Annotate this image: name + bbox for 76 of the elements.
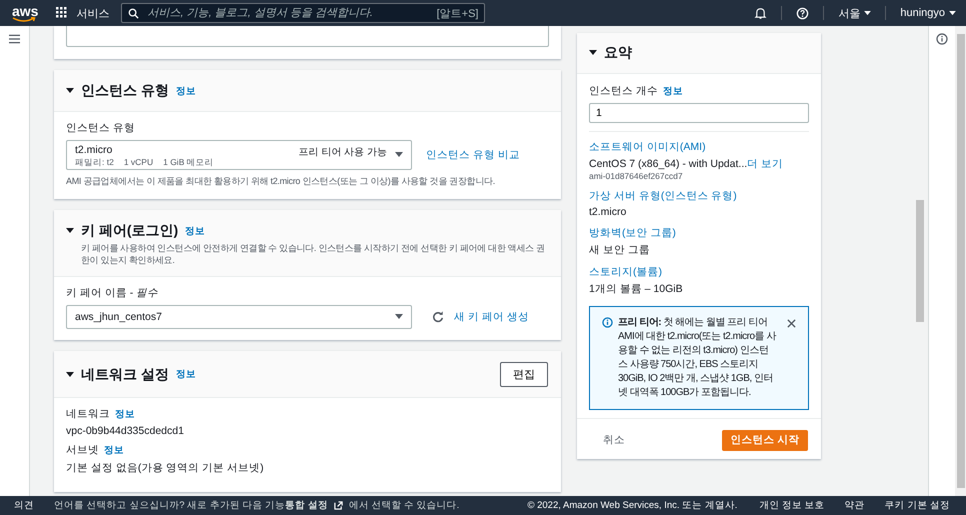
instance-detail: 패밀리: t2 bbox=[75, 157, 114, 169]
language-notice: 에서 선택할 수 있습니다. bbox=[348, 499, 460, 512]
footer-link[interactable]: 약관 bbox=[844, 499, 865, 512]
key-pair-select[interactable]: aws_jhun_centos7 bbox=[66, 305, 412, 329]
feedback-link[interactable]: 의견 bbox=[14, 499, 34, 512]
smile-arrow-icon bbox=[12, 17, 36, 23]
caret-icon[interactable] bbox=[66, 228, 74, 234]
caret-icon[interactable] bbox=[589, 50, 597, 56]
shortcut-hint: [알트+S] bbox=[436, 6, 478, 20]
section-title: 네트워크 설정 bbox=[81, 366, 169, 384]
alert-message: 프리 티어: 첫 해에는 월별 프리 티어 AMI에 대한 t2.micro(또는 t2.micro를 사용할 수 없는 리전의 t3.micro) 인스턴스 사용량 750시간, EBS 스토리지 30GiB, IO 2백만 개, 스냅샷 1GB, 인터넷 대역폭 100GB가 포함됩니다. bbox=[618, 316, 776, 400]
field-label: 인스턴스 개수 bbox=[589, 84, 658, 98]
summary-value: t2.micro bbox=[589, 206, 626, 218]
create-key-pair-link[interactable]: 새 키 페어 생성 bbox=[454, 310, 529, 324]
field-value: vpc-0b9b44d335cdedcd1 bbox=[66, 425, 185, 437]
edit-button[interactable]: 편집 bbox=[500, 362, 548, 387]
search-input[interactable]: 서비스, 기능, 블로그, 설명서 등을 검색합니다. bbox=[147, 7, 429, 19]
dropdown-caret-icon bbox=[395, 314, 403, 320]
summary-value: 새 보안 그룹 bbox=[589, 244, 650, 256]
instance-count-field[interactable]: 1 bbox=[589, 103, 809, 123]
search-field[interactable]: 서비스, 기능, 블로그, 설명서 등을 검색합니다. [알트+S] bbox=[121, 3, 486, 23]
info-link[interactable]: 정보 bbox=[662, 84, 683, 98]
compare-link[interactable]: 인스턴스 유형 비교 bbox=[426, 148, 520, 162]
info-link[interactable]: 정보 bbox=[115, 408, 135, 420]
scrollbar[interactable] bbox=[955, 26, 966, 496]
info-icon bbox=[602, 317, 613, 328]
instance-detail: 1 vCPU bbox=[124, 157, 154, 169]
menu-icon[interactable] bbox=[9, 34, 20, 44]
caret-icon[interactable] bbox=[66, 372, 74, 378]
info-link[interactable]: 정보 bbox=[104, 444, 124, 456]
dropdown-caret-icon bbox=[395, 152, 403, 158]
info-link[interactable]: 정보 bbox=[185, 224, 206, 238]
summary-heading-link[interactable]: 소프트웨어 이미지(AMI) bbox=[589, 140, 809, 154]
field-label: 인스턴스 유형 bbox=[66, 121, 136, 135]
external-link-icon bbox=[334, 501, 343, 510]
bell-icon[interactable] bbox=[754, 6, 768, 20]
caret-icon[interactable] bbox=[66, 88, 74, 94]
section-title: 키 페어(로그인) bbox=[81, 222, 178, 240]
hint-text: AMI 공급업체에서는 이 제품을 최대한 활용하기 위해 t2.micro 인스턴스(또는 그 이상)를 사용할 것을 권장합니다. bbox=[66, 175, 496, 188]
copyright-text: © 2022, Amazon Web Services, Inc. 또는 계열사. bbox=[527, 499, 738, 512]
summary-heading-link[interactable]: 스토리지(볼륨) bbox=[589, 265, 809, 279]
more-link[interactable]: 더 보기 bbox=[747, 158, 784, 170]
language-notice: 언어를 선택하고 싶으십니까? 새로 추가된 다음 기능통합 설정 bbox=[54, 499, 328, 512]
instance-type-select[interactable]: t2.micro 패밀리: t2 1 vCPU 1 GiB 메모리 프리 티어 사용 가능 bbox=[66, 140, 412, 170]
info-link[interactable]: 정보 bbox=[176, 368, 196, 381]
info-link[interactable]: 정보 bbox=[176, 84, 196, 98]
caret-icon[interactable] bbox=[864, 10, 872, 16]
field-label: 네트워크 bbox=[66, 407, 110, 421]
section-description: 키 페어를 사용하여 인스턴스에 안전하게 연결할 수 있습니다. 인스턴스를 시작하기 전에 선택한 키 페어에 대한 액세스 권한이 있는지 확인하세요. bbox=[81, 242, 546, 266]
close-icon[interactable] bbox=[787, 319, 796, 328]
summary-heading-link[interactable]: 방화벽(보안 그룹) bbox=[589, 226, 809, 240]
search-icon bbox=[128, 8, 140, 18]
summary-value: CentOS 7 (x86_64) - with Updat... bbox=[589, 158, 748, 170]
section-title: 인스턴스 유형 bbox=[81, 82, 169, 100]
field-label: 서브넷 bbox=[66, 443, 99, 457]
cancel-button[interactable]: 취소 bbox=[589, 429, 639, 451]
free-tier-label: 프리 티어 사용 가능 bbox=[298, 146, 387, 159]
refresh-icon[interactable] bbox=[432, 311, 444, 323]
field-value: 기본 설정 없음(가용 영역의 기본 서브넷) bbox=[66, 461, 265, 475]
section-title: 요약 bbox=[604, 44, 632, 62]
grid-icon[interactable] bbox=[56, 7, 68, 19]
instance-detail: 1 GiB 메모리 bbox=[163, 157, 214, 169]
region-menu[interactable]: 서울 bbox=[838, 6, 860, 20]
info-icon[interactable] bbox=[936, 33, 948, 45]
field-label: 키 페어 이름 - 필수 bbox=[66, 286, 160, 300]
services-menu[interactable]: 서비스 bbox=[76, 6, 110, 20]
caret-icon[interactable] bbox=[949, 10, 956, 16]
summary-value: 1개의 볼륨 – 10GiB bbox=[589, 283, 683, 295]
summary-heading-link[interactable]: 가상 서버 유형(인스턴스 유형) bbox=[589, 189, 809, 203]
account-menu[interactable]: huningyo bbox=[900, 7, 945, 19]
footer-link[interactable]: 개인 정보 보호 bbox=[759, 499, 825, 512]
input-field[interactable] bbox=[66, 26, 549, 47]
aws-logo[interactable]: aws bbox=[12, 4, 38, 22]
footer-link[interactable]: 쿠키 기본 설정 bbox=[884, 499, 950, 512]
help-icon[interactable] bbox=[796, 6, 810, 20]
ami-id: ami-01d87646ef267ccd7 bbox=[589, 171, 684, 181]
